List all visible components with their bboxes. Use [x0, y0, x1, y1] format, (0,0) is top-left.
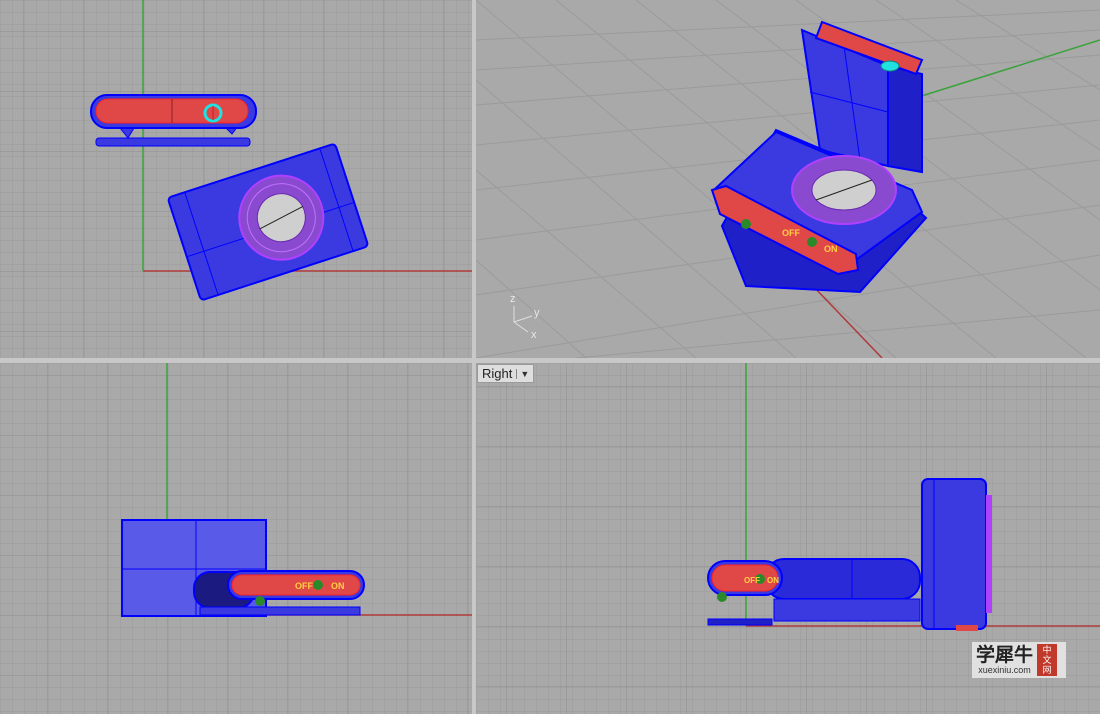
viewport-title-text: Right: [482, 366, 513, 381]
off-label: OFF: [744, 576, 760, 585]
off-label: OFF: [782, 228, 800, 238]
axis-label-y: y: [534, 307, 540, 319]
front-viewport-canvas[interactable]: OFF ON: [0, 363, 472, 714]
viewport-perspective[interactable]: OFF ON z y x: [476, 0, 1100, 358]
watermark-url: xuexiniu.com: [978, 665, 1031, 675]
viewport-top[interactable]: [0, 0, 472, 358]
watermark-text: 学犀牛: [976, 644, 1034, 666]
off-label: OFF: [295, 581, 313, 591]
watermark-tag: 中 文 网: [1037, 644, 1058, 676]
dropdown-arrow-icon[interactable]: ▼: [516, 368, 529, 379]
watermark-logo: 学犀牛 xuexiniu.com 中 文 网: [972, 642, 1066, 678]
axis-label-z: z: [510, 293, 516, 305]
switch-model-top[interactable]: [90, 94, 257, 147]
viewport-front[interactable]: OFF ON: [0, 363, 472, 714]
on-label: ON: [767, 576, 779, 585]
on-label: ON: [331, 581, 345, 591]
on-label: ON: [824, 244, 838, 254]
perspective-viewport-canvas[interactable]: OFF ON z y x: [476, 0, 1100, 358]
top-viewport-canvas[interactable]: [0, 0, 472, 358]
axis-label-x: x: [531, 329, 537, 341]
viewport-title-right[interactable]: Right ▼: [477, 364, 535, 383]
